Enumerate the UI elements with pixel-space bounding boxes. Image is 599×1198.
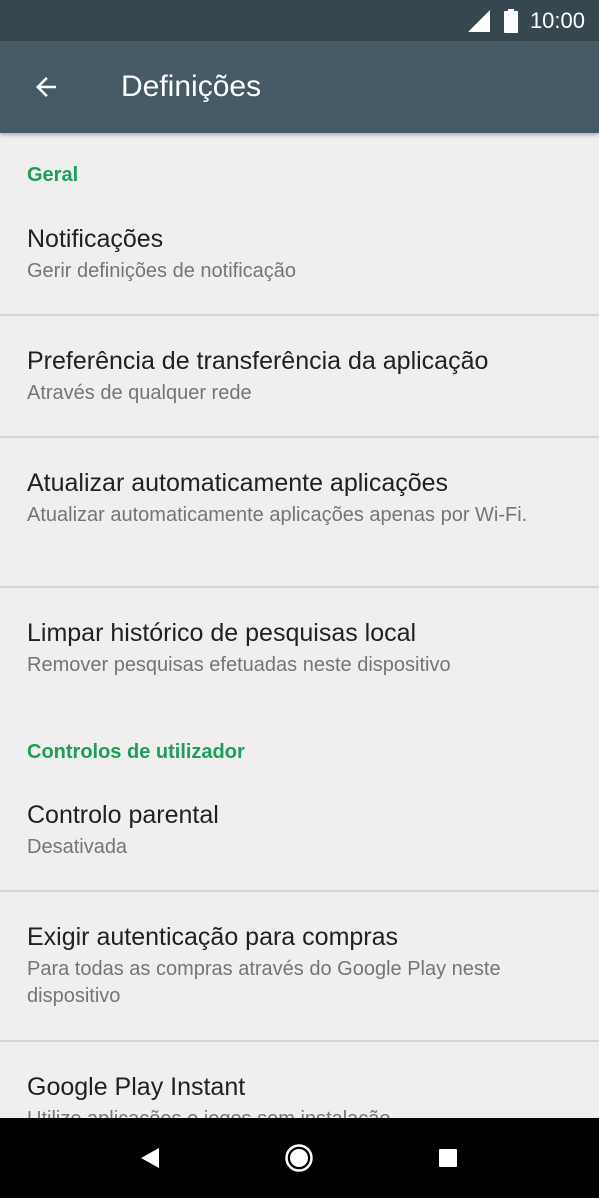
setting-parental-controls[interactable]: Controlo parental Desativada [0,785,599,890]
back-button[interactable] [18,59,74,115]
signal-icon [467,9,490,32]
battery-icon [503,8,518,33]
settings-list[interactable]: Geral Notificações Gerir definições de n… [0,133,599,1118]
recents-square-icon [439,1149,457,1167]
nav-back-button[interactable] [110,1118,190,1198]
setting-clear-search-history[interactable]: Limpar histórico de pesquisas local Remo… [0,588,599,708]
setting-summary: Atualizar automaticamente aplicações ape… [27,504,528,526]
setting-auto-update[interactable]: Atualizar automaticamente aplicações Atu… [0,438,599,586]
nav-home-button[interactable] [259,1118,339,1198]
setting-title: Atualizar automaticamente aplicações [27,469,449,497]
setting-title: Notificações [27,225,164,253]
setting-title: Limpar histórico de pesquisas local [27,619,417,647]
setting-summary: Desativada [27,836,128,858]
setting-summary: Utilize aplicações e jogos sem instalaçã… [27,1106,577,1118]
setting-summary: Remover pesquisas efetuadas neste dispos… [27,654,451,676]
setting-notifications[interactable]: Notificações Gerir definições de notific… [0,209,599,314]
setting-summary: Para todas as compras através do Google … [27,958,501,1007]
clock: 10:00 [529,7,585,33]
status-bar: 10:00 [0,0,599,41]
page-title: Definições [121,70,262,103]
setting-summary: Gerir definições de notificação [27,260,297,282]
setting-title: Controlo parental [27,801,219,829]
status-icons: 10:00 [467,0,585,41]
section-header-general: Geral [27,164,79,186]
navigation-bar [0,1118,599,1198]
setting-download-preference[interactable]: Preferência de transferência da aplicaçã… [0,316,599,436]
setting-summary: Através de qualquer rede [27,382,252,404]
nav-recents-button[interactable] [408,1118,488,1198]
section-header-user-controls: Controlos de utilizador [27,741,245,763]
setting-title: Preferência de transferência da aplicaçã… [27,347,489,375]
setting-title: Exigir autenticação para compras [27,923,399,951]
setting-title: Google Play Instant [27,1073,246,1101]
back-triangle-icon [141,1148,159,1168]
home-circle-icon [285,1144,313,1172]
app-bar: Definições [0,41,599,133]
setting-google-play-instant[interactable]: Google Play Instant Utilize aplicações e… [0,1042,599,1118]
arrow-back-icon [36,77,56,97]
setting-require-authentication[interactable]: Exigir autenticação para compras Para to… [0,892,599,1040]
